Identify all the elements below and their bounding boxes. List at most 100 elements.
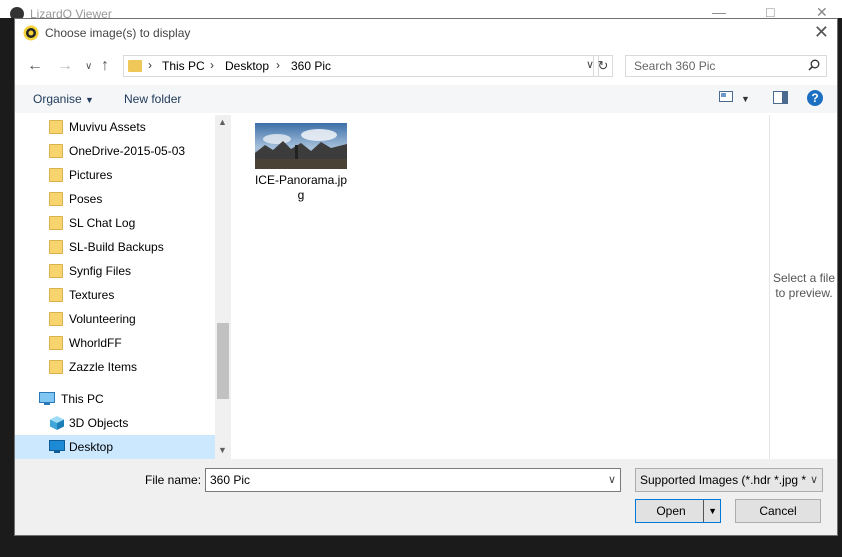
folder-icon [49,264,63,278]
recent-locations-chevron-icon[interactable]: ∨ [85,61,92,72]
folder-icon [128,60,142,72]
sidebar-item-label: Muvivu Assets [69,120,146,134]
refresh-button[interactable]: ↻ [593,55,613,77]
dialog-footer: File name: 360 Pic ∨ Supported Images (*… [15,459,837,535]
file-item-ice-panorama[interactable]: ICE-Panorama.jpg [253,123,353,213]
chevron-down-icon[interactable]: ∨ [809,473,818,486]
change-view-icon[interactable] [719,91,733,103]
dialog-title: Choose image(s) to display [45,26,191,40]
chevron-down-icon[interactable]: ∨ [608,473,616,486]
breadcrumb-separator[interactable]: › [276,58,280,72]
view-options-caret-icon[interactable]: ▼ [741,94,750,104]
sidebar-item-label: WhorldFF [69,336,122,350]
organise-label: Organise [33,92,82,106]
file-name-label: File name: [145,473,202,487]
preview-pane: Select a file to preview. [769,115,837,459]
sidebar-item-this-pc[interactable]: This PC [15,387,215,411]
sidebar-item-poses[interactable]: Poses [15,187,215,211]
desktop-icon [49,440,65,453]
sidebar-item-label: Zazzle Items [69,360,138,374]
sidebar-item-synfig-files[interactable]: Synfig Files [15,259,215,283]
open-button[interactable]: Open ▼ [635,499,721,523]
open-file-dialog: Choose image(s) to display ✕ ← → ∨ ↑ › T… [14,18,838,536]
file-list-pane: ICE-Panorama.jpg [231,115,769,459]
sidebar-item-label: Desktop [69,440,114,454]
sidebar-item-whorldff[interactable]: WhorldFF [15,331,215,355]
breadcrumb-desktop[interactable]: Desktop [225,59,269,73]
sidebar-item-label: Volunteering [69,312,136,326]
preview-placeholder: Select a file to preview. [772,271,836,300]
sidebar-item-sl-chat-log[interactable]: SL Chat Log [15,211,215,235]
scrollbar-thumb[interactable] [217,323,229,399]
forward-arrow-icon[interactable]: → [57,57,73,75]
organise-button[interactable]: Organise ▼ [33,92,94,106]
sidebar-item-label: Synfig Files [69,264,132,278]
open-split-dropdown[interactable]: ▼ [703,500,720,522]
close-icon[interactable]: ✕ [816,4,828,18]
background-titlebar: LizardQ Viewer — □ ✕ [0,0,842,18]
sidebar-item-label: SL-Build Backups [69,240,164,254]
sidebar-item-muvivu-assets[interactable]: Muvivu Assets [15,115,215,139]
folder-icon [49,168,63,182]
sidebar-item-label: This PC [61,392,104,406]
sidebar-item-desktop[interactable]: Desktop [15,435,215,459]
scroll-down-icon[interactable]: ▼ [218,445,227,455]
sidebar-item-sl-build-backups[interactable]: SL-Build Backups [15,235,215,259]
computer-icon [39,392,55,405]
folder-icon [49,240,63,254]
folder-icon [49,216,63,230]
minimize-icon[interactable]: — [712,4,726,18]
app-logo-icon [10,7,24,18]
folder-icon [49,288,63,302]
sidebar-item-label: Poses [69,192,103,206]
cube-icon [50,416,64,430]
search-icon[interactable] [808,59,820,71]
file-type-select[interactable]: Supported Images (*.hdr *.jpg * ∨ [635,468,823,492]
up-arrow-icon[interactable]: ↑ [101,57,109,75]
address-bar[interactable]: › This PC › Desktop › 360 Pic ∨ [123,55,599,77]
sidebar-item-3d-objects[interactable]: 3D Objects [15,411,215,435]
new-folder-button[interactable]: New folder [124,92,181,106]
folder-icon [49,192,63,206]
search-placeholder: Search 360 Pic [634,59,716,73]
command-bar: Organise ▼ New folder ▼ ? [15,85,837,113]
breadcrumb-separator[interactable]: › [148,58,152,72]
file-name-input[interactable]: 360 Pic ∨ [205,468,621,492]
close-icon[interactable]: ✕ [814,22,829,43]
folder-icon [49,312,63,326]
folder-icon [49,144,63,158]
sidebar-item-label: Textures [69,288,115,302]
help-icon[interactable]: ? [807,90,823,106]
file-type-value: Supported Images (*.hdr *.jpg * [640,473,807,487]
sidebar-item-label: Pictures [69,168,113,182]
caret-down-icon: ▼ [708,506,717,516]
sidebar-item-zazzle-items[interactable]: Zazzle Items [15,355,215,379]
sidebar-item-pictures[interactable]: Pictures [15,163,215,187]
sidebar-item-label: SL Chat Log [69,216,136,230]
scroll-up-icon[interactable]: ▲ [218,117,227,127]
sidebar-item-textures[interactable]: Textures [15,283,215,307]
background-window-title: LizardQ Viewer [30,7,112,18]
sidebar-scrollbar[interactable]: ▲ ▼ [215,115,231,459]
preview-pane-icon[interactable] [773,91,788,104]
sidebar-item-volunteering[interactable]: Volunteering [15,307,215,331]
sidebar-item-label: OneDrive-2015-05-03 [69,144,186,158]
breadcrumb-separator[interactable]: › [210,58,214,72]
breadcrumb-this-pc[interactable]: This PC [162,59,205,73]
breadcrumb-360-pic[interactable]: 360 Pic [291,59,331,73]
folder-icon [49,120,63,134]
navigation-bar: ← → ∨ ↑ › This PC › Desktop › 360 Pic ∨ … [15,49,837,85]
sidebar-item-label: 3D Objects [69,416,129,430]
refresh-icon: ↻ [597,58,609,73]
dialog-titlebar: Choose image(s) to display ✕ [15,19,837,47]
back-arrow-icon[interactable]: ← [27,57,43,75]
cancel-button[interactable]: Cancel [735,499,821,523]
navigation-pane: Muvivu Assets OneDrive-2015-05-03 Pictur… [15,115,229,459]
maximize-icon[interactable]: □ [766,4,774,18]
caret-down-icon: ▼ [85,95,94,105]
app-logo-icon [23,25,39,41]
folder-icon [49,360,63,374]
file-name-value: 360 Pic [210,473,251,487]
sidebar-item-onedrive[interactable]: OneDrive-2015-05-03 [15,139,215,163]
search-input[interactable]: Search 360 Pic [625,55,827,77]
